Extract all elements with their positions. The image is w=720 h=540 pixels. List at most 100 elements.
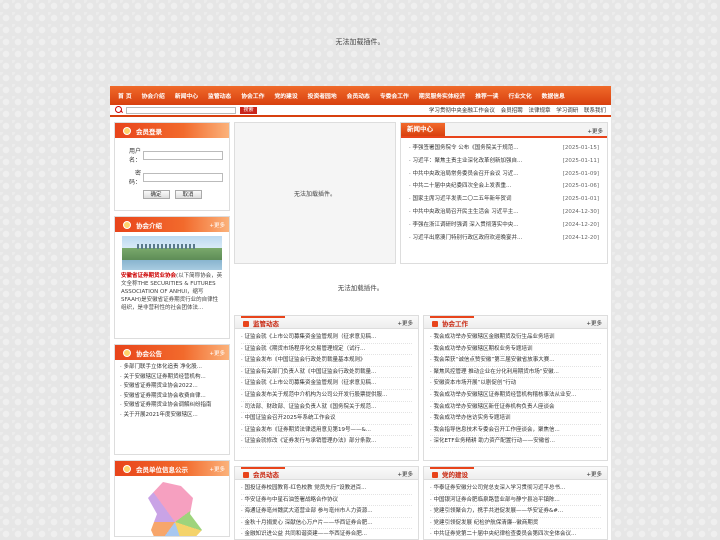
login-submit-button[interactable]: 确定 <box>142 190 170 199</box>
news-item[interactable]: · 习近平出席澳门特别行政区政府欢迎晚宴并... [2024-12-20] <box>409 232 599 245</box>
nav-data[interactable]: 数据信息 <box>537 91 570 100</box>
intro-highlight[interactable]: 安徽省证券期货业协会 <box>121 273 176 279</box>
list-item[interactable]: · 我会成功举办安徽辖区期权业务专题培训 <box>430 344 601 356</box>
news-item[interactable]: · 国家主席习近平发表二〇二五年新年贺词 [2025-01-01] <box>409 193 599 206</box>
list-item[interactable]: · 中国银河证券合肥临泉路营业部与静宁县冶平镇陈... <box>430 495 601 507</box>
nav-work[interactable]: 协会工作 <box>236 91 269 100</box>
list-item[interactable]: · 证监会有关部门负责人就《中国证监会行政处罚裁量... <box>241 367 412 379</box>
intro-box: 协会介绍 +更多 安徽省证券期货业协会(以下简称协会，英文全称THE SECUR… <box>114 216 230 339</box>
news-more-link[interactable]: +更多 <box>587 127 603 135</box>
username-field[interactable] <box>143 150 223 160</box>
link-contact[interactable]: 联系我们 <box>584 108 606 114</box>
news-item[interactable]: · 中共中央政治局常务委员会召开会议 习近... [2025-01-09] <box>409 168 599 181</box>
member-news-more-link[interactable]: +更多 <box>397 470 413 478</box>
list-item[interactable]: · 国投证券校园教育-红色校教 党员先行”设教进百... <box>241 483 412 495</box>
regulation-list: · 证监会就《上市公司募集资金监管规则（征求意见稿... · 证监会就《期货市场… <box>235 329 418 451</box>
list-item[interactable]: · 中共证券党第二十届中央纪律检查委员会第四次全体会议... <box>430 529 601 540</box>
search-icon <box>115 106 123 114</box>
member-icon <box>123 464 131 473</box>
list-item[interactable]: · 我会指导信息技术专委会召开工作座谈会，聚焦信... <box>430 425 601 437</box>
nav-regulation[interactable]: 监管动态 <box>203 91 236 100</box>
member-news-tab[interactable]: 会员动态 <box>241 467 285 480</box>
list-item[interactable]: · 关于开展2021年度安徽辖区... <box>120 411 224 421</box>
member-info-more-link[interactable]: +更多 <box>209 465 225 473</box>
link-rules[interactable]: 法律规章 <box>528 108 550 114</box>
party-more-link[interactable]: +更多 <box>586 470 602 478</box>
news-tab[interactable]: 新闻中心 <box>401 123 445 136</box>
list-item[interactable]: · 多部门联手立体化追责 净化股... <box>120 363 224 373</box>
list-item[interactable]: · 证监会就《上市公司募集资金监管规则（征求意见稿... <box>241 378 412 390</box>
list-item[interactable]: · 我会成功举办安徽辖区新任证券机构负责人座谈会 <box>430 402 601 414</box>
password-field[interactable] <box>143 172 223 182</box>
password-label: 密 码： <box>128 170 147 186</box>
login-cancel-button[interactable]: 取消 <box>174 190 202 199</box>
list-item[interactable]: · 安徽省证券期货业协会收费自律... <box>120 392 224 402</box>
work-panel: 协会工作 +更多 · 我会成功举办安徽辖区金融期货及衍生品业务培训 · 我会成功… <box>423 315 608 461</box>
list-item[interactable]: · 证监会就修改《证券发行与承销管理办法》部分条款... <box>241 436 412 448</box>
list-item[interactable]: · 证监会就《期货市场程序化交易管理规定（试行... <box>241 344 412 356</box>
intro-more-link[interactable]: +更多 <box>209 221 225 229</box>
news-list: · 李强签署国务院令 公布《国务院关于规范... [2025-01-15] · 习… <box>401 138 607 248</box>
list-item[interactable]: · 司法部、财政部、证监会负责人就《国务院关于规范... <box>241 402 412 414</box>
link-finance-meeting[interactable]: 学习贯彻中央金融工作会议 <box>429 108 495 114</box>
plugin-error-middle: 无法加载插件。 <box>337 284 384 292</box>
member-news-header: 会员动态 +更多 <box>235 467 418 480</box>
search-input[interactable] <box>126 106 236 114</box>
username-label: 用户名： <box>128 148 141 164</box>
list-item[interactable]: · 我会成功举办安徽辖区金融期货及衍生品业务培训 <box>430 332 601 344</box>
news-item[interactable]: · 中共二十届中央纪委四次全会上发表重... [2025-01-06] <box>409 180 599 193</box>
work-tab[interactable]: 协会工作 <box>430 316 474 329</box>
list-item[interactable]: · 我会成功举办安徽辖区证券期货经营机构稽核事法从业安... <box>430 390 601 402</box>
list-item[interactable]: · 证监会发布《中国证监会行政处罚裁量基本规则》 <box>241 355 412 367</box>
list-item[interactable]: · 金融知识进公益 共同和谐资建——华西证券合肥... <box>241 529 412 540</box>
list-item[interactable]: · 党建引领聚合力，携手共进促发展——华安证券&#... <box>430 506 601 518</box>
nav-about[interactable]: 协会介绍 <box>137 91 170 100</box>
list-item[interactable]: · 安徽省证券期货业协会调解纠纷指南 <box>120 401 224 411</box>
list-item[interactable]: · 关于安徽辖区证券期货经营机构... <box>120 373 224 383</box>
nav-recommend[interactable]: 推荐一读 <box>470 91 503 100</box>
list-item[interactable]: · 证监会发布关于规范中介机构为公司公开发行股票提供服... <box>241 390 412 402</box>
plugin-error-center: 无法加载插件。 <box>234 122 396 264</box>
list-item[interactable]: · 安徽省证券期货业协会2022... <box>120 382 224 392</box>
list-item[interactable]: · 党建引领促发展 纪检护航保清廉--徽商期货 <box>430 518 601 530</box>
regulation-tab[interactable]: 监管动态 <box>241 316 285 329</box>
nav-investor[interactable]: 投资者园地 <box>303 91 342 100</box>
news-item[interactable]: · 李强在浙江调研时强调 深入贯彻落实中央... [2024-12-20] <box>409 219 599 232</box>
news-item[interactable]: · 李强签署国务院令 公布《国务院关于规范... [2025-01-15] <box>409 142 599 155</box>
party-list: · 华泰证券安徽分公司党总支深入学习贯彻习近平总书... · 中国银河证券合肥临… <box>424 480 607 540</box>
nav-member[interactable]: 会员动态 <box>342 91 375 100</box>
list-item[interactable]: · 我会成功举办信访实务专题培训 <box>430 413 601 425</box>
regulation-more-link[interactable]: +更多 <box>397 319 413 327</box>
list-item[interactable]: · 深化ETF业务精耕 助力资产配置行动——安徽省... <box>430 436 601 448</box>
list-item[interactable]: · 安徽资本市场开展“以剧促创”行动 <box>430 378 601 390</box>
work-more-link[interactable]: +更多 <box>586 319 602 327</box>
nav-home[interactable]: 首 页 <box>113 91 137 100</box>
intro-title: 协会介绍 <box>136 221 162 230</box>
nav-futures[interactable]: 期货服务实体经济 <box>414 91 470 100</box>
list-item[interactable]: · 中国证监会召开2025年系统工作会议 <box>241 413 412 425</box>
news-item[interactable]: · 习近平：聚焦主责主业深化改革创新加强自... [2025-01-11] <box>409 155 599 168</box>
list-item[interactable]: · 证监会就《上市公司募集资金监管规则（征求意见稿... <box>241 332 412 344</box>
news-item[interactable]: · 中共中央政治局召开民主生活会 习近平主... [2024-12-30] <box>409 206 599 219</box>
anhui-map[interactable] <box>115 476 229 536</box>
notice-more-link[interactable]: +更多 <box>209 349 225 357</box>
nav-culture[interactable]: 行业文化 <box>503 91 536 100</box>
party-tab[interactable]: 党的建设 <box>430 467 474 480</box>
list-item[interactable]: · 华安证券与中星石油签署战略合作协议 <box>241 495 412 507</box>
map-shape <box>148 482 202 536</box>
nav-party[interactable]: 党的建设 <box>269 91 302 100</box>
notice-header: 协会公告 +更多 <box>115 345 229 360</box>
list-item[interactable]: · 我会荣获“诚信点赞安徽”第三届安徽省放事大赛... <box>430 355 601 367</box>
nav-news[interactable]: 新闻中心 <box>170 91 203 100</box>
list-item[interactable]: · 华泰证券安徽分公司党总支深入学习贯彻习近平总书... <box>430 483 601 495</box>
user-icon <box>123 126 131 135</box>
nav-committee[interactable]: 专委会工作 <box>375 91 414 100</box>
intro-header: 协会介绍 +更多 <box>115 217 229 232</box>
list-item[interactable]: · 证监会发布《证券期货法律适用意见第19号——&... <box>241 425 412 437</box>
link-research[interactable]: 学习调研 <box>556 108 578 114</box>
list-item[interactable]: · 海通证券亳州魏武大道营业部 参与亳州市人力资源... <box>241 506 412 518</box>
list-item[interactable]: · 聚焦风控管理 推动企业在分化利用期货市场“安徽... <box>430 367 601 379</box>
link-recruit[interactable]: 会员招聘 <box>501 108 523 114</box>
search-button[interactable]: 搜索 <box>240 106 257 114</box>
list-item[interactable]: · 金秋十月捐爱心 深献信心万户片——华西证券合肥... <box>241 518 412 530</box>
